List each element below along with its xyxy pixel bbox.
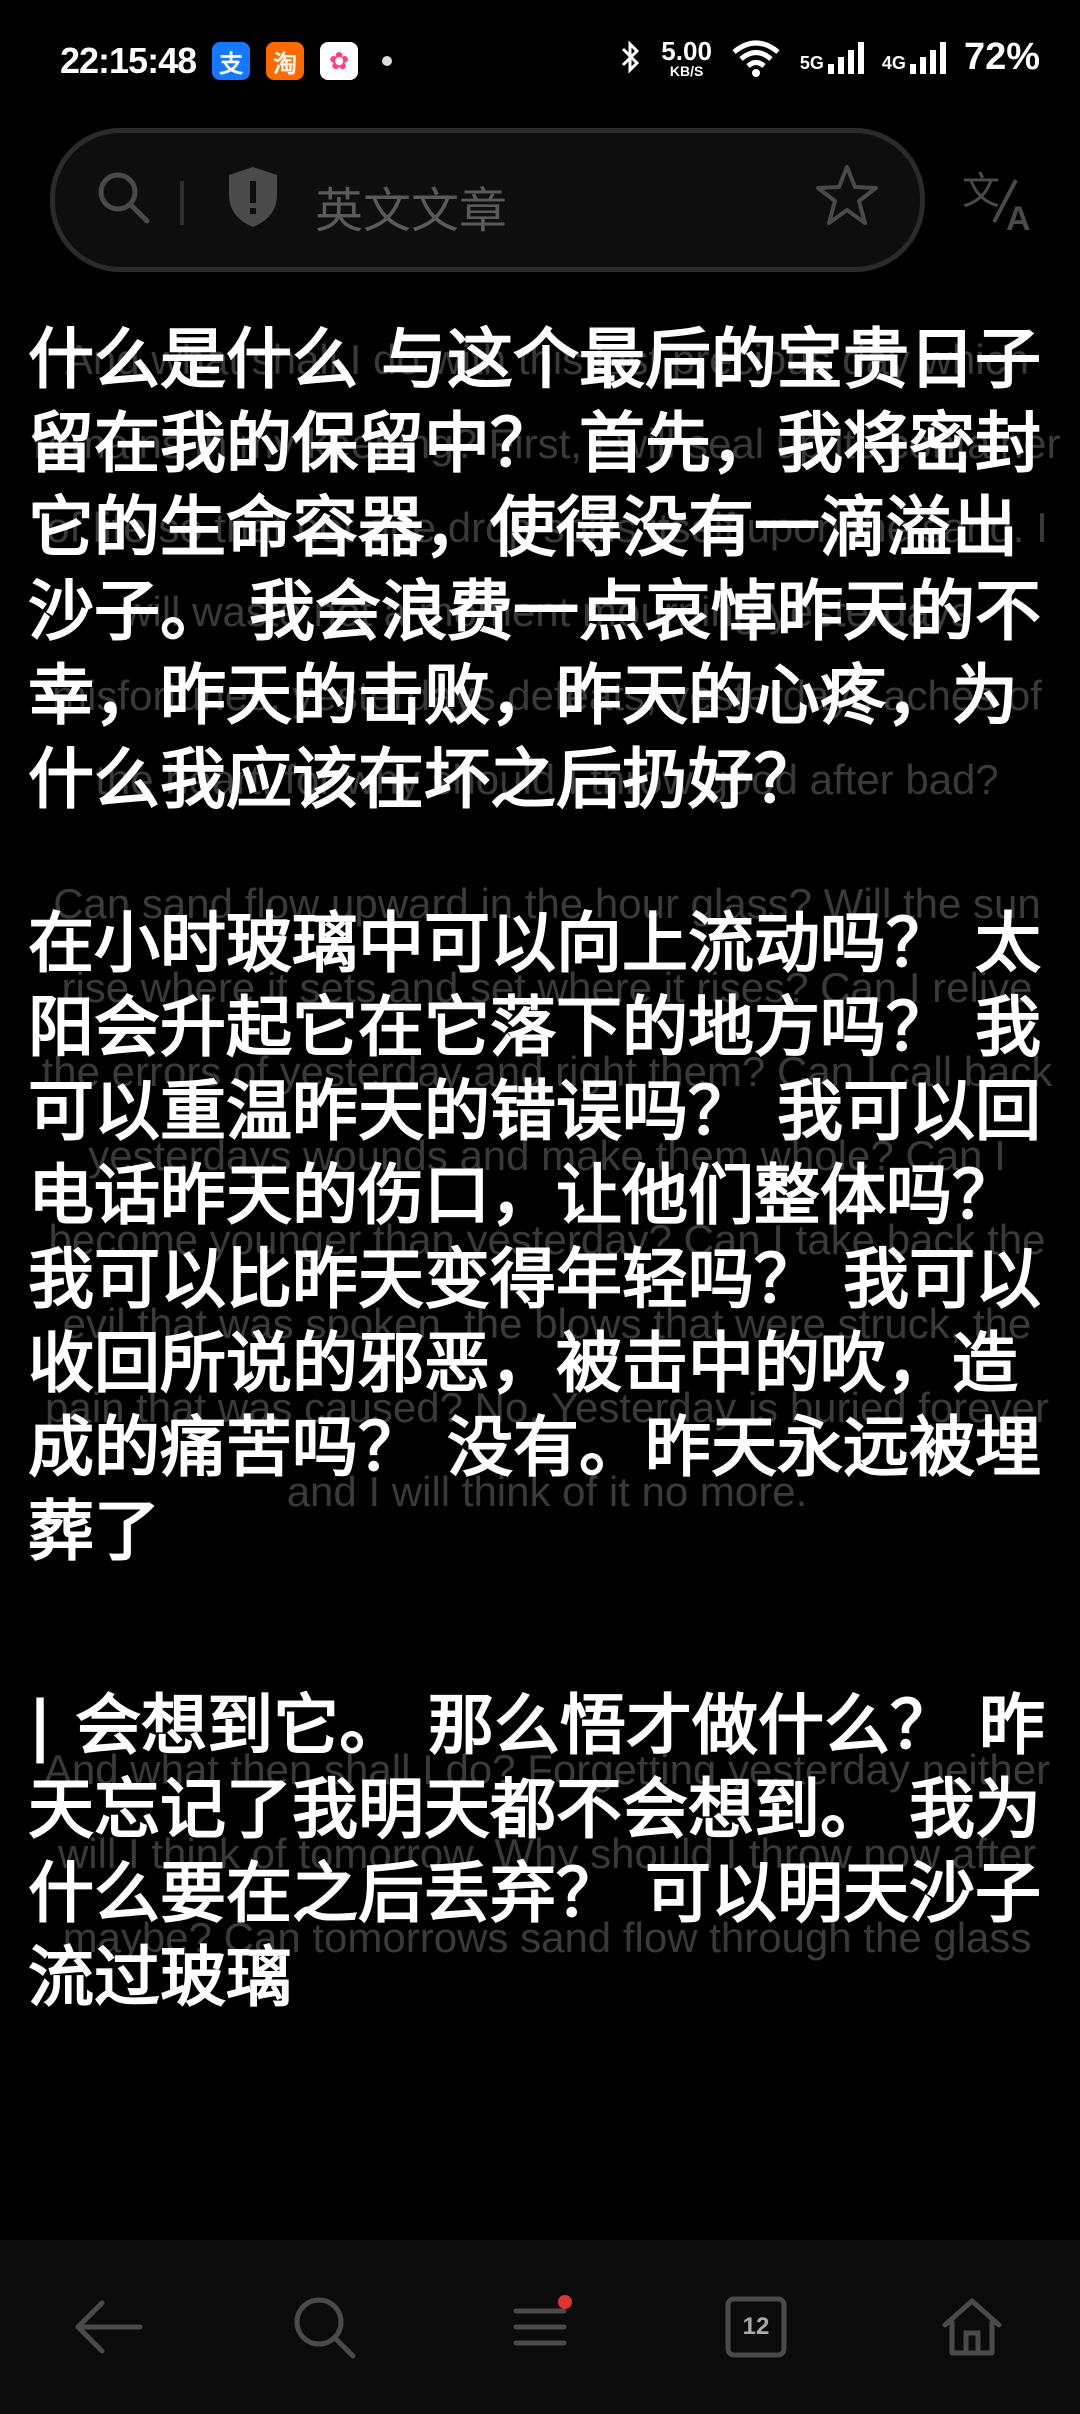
home-icon (942, 2298, 1002, 2356)
star-icon[interactable] (814, 163, 880, 229)
translated-text: 什么是什么 与这个最后的宝贵日子留在我的保留中？ 首先，我将密封它的生命容器，使… (28, 321, 1041, 818)
tabs-button[interactable]: 12 (706, 2277, 806, 2377)
tabs-count: 12 (742, 2313, 770, 2340)
bottom-nav: 12 (0, 2240, 1080, 2414)
menu-badge-dot (558, 2295, 572, 2309)
top-bar: 英文文章 文 A (0, 120, 1080, 290)
search-query[interactable]: 英文文章 (315, 171, 507, 241)
translated-text: 在小时玻璃中可以向上流动吗？ 太阳会升起它在它落下的地方吗？ 我可以重温昨天的错… (28, 905, 1041, 1570)
translated-article: And what shall I do with this last preci… (0, 290, 1080, 2240)
paragraph-3: And what then shall I do? Forgetting yes… (0, 1684, 1080, 2020)
paragraph-1: And what shall I do with this last preci… (0, 318, 1080, 822)
address-bar[interactable]: 英文文章 (50, 128, 925, 272)
notification-dot-icon (382, 56, 393, 66)
back-button[interactable] (58, 2277, 158, 2377)
taobao-icon: 淘 (266, 42, 305, 80)
home-button[interactable] (922, 2277, 1022, 2377)
net-speed: 5.00 KB/S (661, 35, 712, 79)
battery-level: 72% (963, 36, 1040, 78)
svg-text:A: A (1006, 200, 1031, 238)
app-icon-3: ✿ (320, 42, 359, 80)
status-bar: 22:15:48 支 淘 ✿ 5.00 KB/S 5G 4G 72% (0, 0, 1080, 120)
back-arrow-icon (75, 2300, 143, 2354)
signal-bars-icon (827, 41, 864, 74)
paragraph-2: Can sand flow upward in the hour glass? … (0, 880, 1080, 1574)
alipay-icon: 支 (212, 42, 251, 80)
signal-bars-icon (909, 41, 946, 74)
signal-5g: 5G (800, 41, 864, 74)
search-icon[interactable] (93, 167, 153, 227)
translated-text: | 会想到它。 那么悟才做什么？ 昨天忘记了我明天都不会想到。 我为什么要在之后… (28, 1687, 1046, 2016)
svg-text:文: 文 (962, 169, 1000, 213)
search-button[interactable] (274, 2277, 374, 2377)
status-left: 22:15:48 支 淘 ✿ (60, 40, 393, 82)
wifi-icon (732, 40, 780, 77)
search-divider (180, 181, 184, 225)
status-time: 22:15:48 (60, 40, 197, 81)
translate-icon[interactable]: 文 A (960, 160, 1040, 240)
bluetooth-icon (622, 39, 640, 74)
menu-button[interactable] (490, 2277, 590, 2377)
signal-4g: 4G (882, 41, 946, 74)
shield-icon[interactable] (225, 165, 281, 229)
status-right: 5.00 KB/S 5G 4G 72% (619, 36, 1040, 79)
search-icon (294, 2297, 356, 2359)
